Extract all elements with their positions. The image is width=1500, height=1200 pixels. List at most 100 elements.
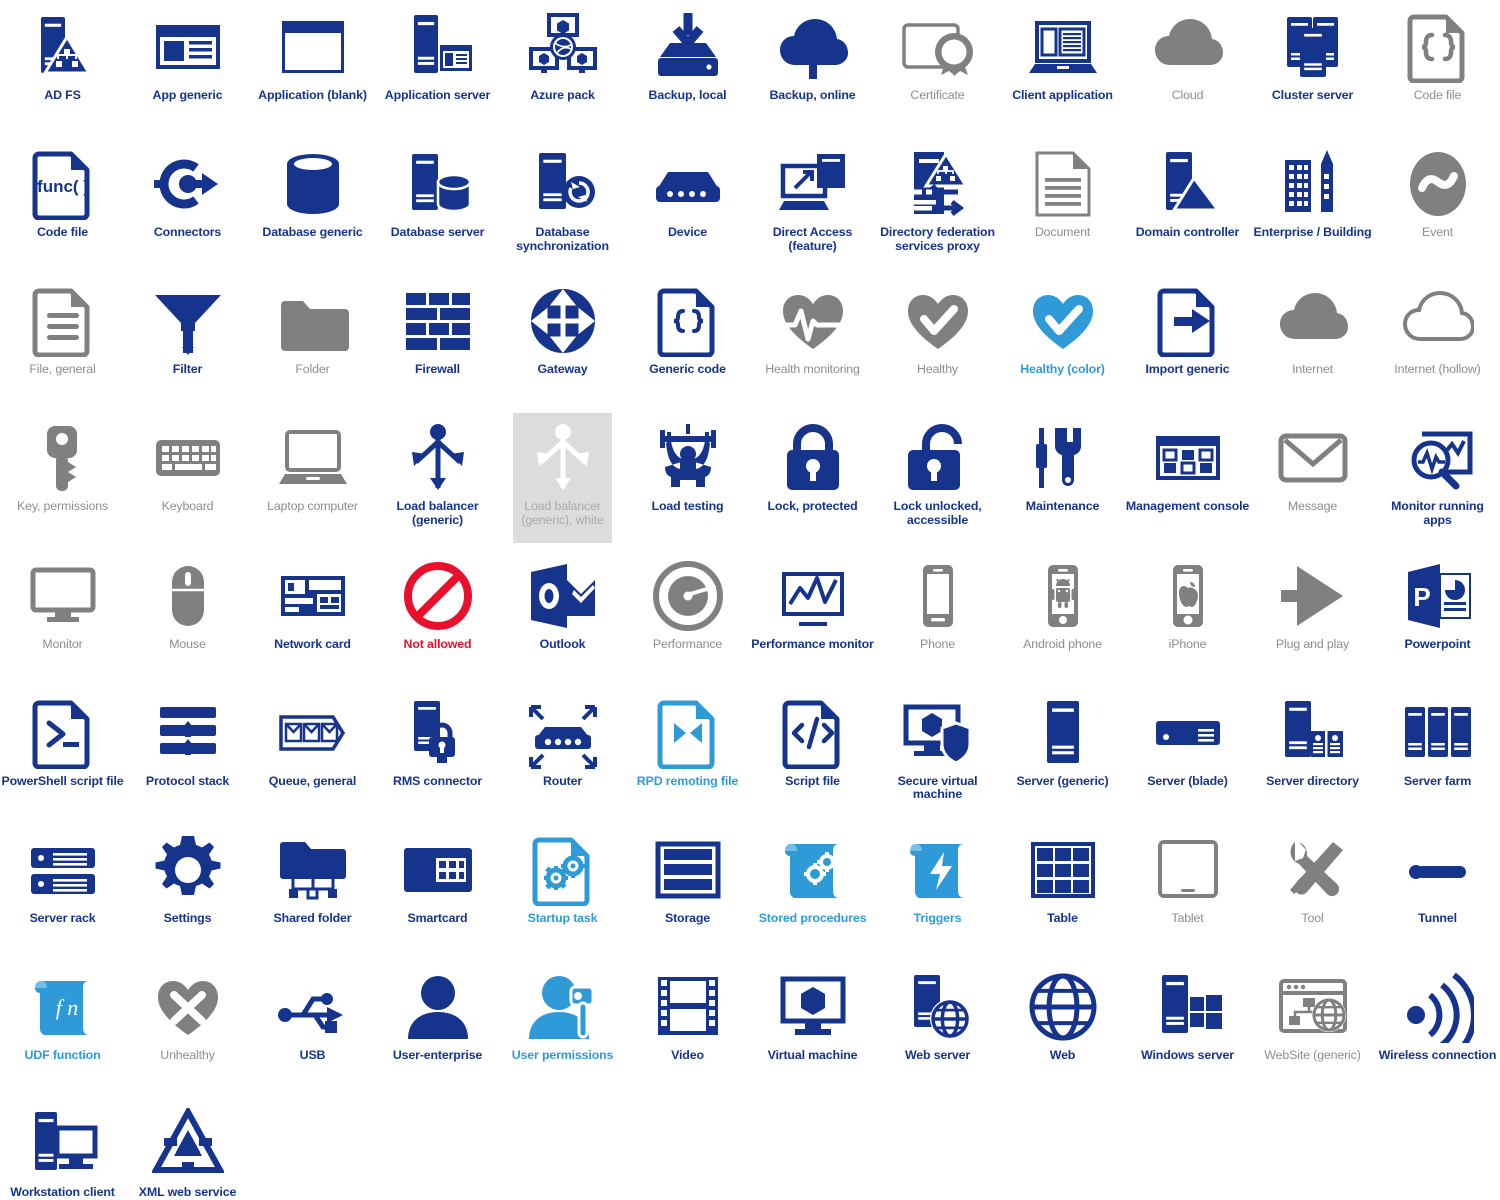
icon-cell-laptop-computer[interactable]: Laptop computer (250, 411, 375, 548)
icon-cell-healthy-color[interactable]: Healthy (color) (1000, 274, 1125, 411)
icon-cell-code-file-func[interactable]: func( ) Code file (0, 137, 125, 274)
icon-cell-generic-code[interactable]: Generic code (625, 274, 750, 411)
icon-cell-backup-online[interactable]: Backup, online (750, 0, 875, 137)
icon-cell-web-server[interactable]: Web server (875, 960, 1000, 1097)
icon-cell-keyboard[interactable]: Keyboard (125, 411, 250, 548)
icon-cell-enterprise-building[interactable]: Enterprise / Building (1250, 137, 1375, 274)
icon-cell-powerpoint[interactable]: P Powerpoint (1375, 549, 1500, 686)
icon-cell-unhealthy[interactable]: Unhealthy (125, 960, 250, 1097)
icon-cell-wireless-connection[interactable]: Wireless connection (1375, 960, 1500, 1097)
icon-cell-powershell-script[interactable]: PowerShell script file (0, 686, 125, 823)
icon-cell-tablet[interactable]: Tablet (1125, 823, 1250, 960)
icon-cell-virtual-machine[interactable]: Virtual machine (750, 960, 875, 1097)
icon-cell-storage[interactable]: Storage (625, 823, 750, 960)
icon-cell-firewall[interactable]: Firewall (375, 274, 500, 411)
icon-cell-performance-monitor[interactable]: Performance monitor (750, 549, 875, 686)
icon-cell-secure-vm[interactable]: Secure virtual machine (875, 686, 1000, 823)
icon-cell-rpd-remoting-file[interactable]: RPD remoting file (625, 686, 750, 823)
certificate-icon (883, 8, 993, 86)
icon-cell-server-farm[interactable]: Server farm (1375, 686, 1500, 823)
icon-cell-health-monitoring[interactable]: Health monitoring (750, 274, 875, 411)
icon-cell-direct-access[interactable]: Direct Access (feature) (750, 137, 875, 274)
icon-cell-outlook[interactable]: Outlook (500, 549, 625, 686)
icon-cell-iphone[interactable]: iPhone (1125, 549, 1250, 686)
icon-cell-user-permissions[interactable]: User permissions (500, 960, 625, 1097)
icon-cell-database-generic[interactable]: Database generic (250, 137, 375, 274)
icon-cell-azure-pack[interactable]: Azure pack (500, 0, 625, 137)
icon-cell-queue-general[interactable]: Queue, general (250, 686, 375, 823)
icon-cell-tool[interactable]: Tool (1250, 823, 1375, 960)
icon-cell-message[interactable]: Message (1250, 411, 1375, 548)
icon-cell-website-generic[interactable]: WebSite (generic) (1250, 960, 1375, 1097)
icon-cell-backup-local[interactable]: Backup, local (625, 0, 750, 137)
icon-cell-load-balancer[interactable]: Load balancer (generic) (375, 411, 500, 548)
icon-cell-monitor-running-apps[interactable]: Monitor running apps (1375, 411, 1500, 548)
icon-cell-usb[interactable]: USB (250, 960, 375, 1097)
icon-cell-windows-server[interactable]: Windows server (1125, 960, 1250, 1097)
icon-cell-phone[interactable]: Phone (875, 549, 1000, 686)
icon-cell-internet[interactable]: Internet (1250, 274, 1375, 411)
icon-cell-cloud[interactable]: Cloud (1125, 0, 1250, 137)
icon-cell-connectors[interactable]: Connectors (125, 137, 250, 274)
icon-cell-user-enterprise[interactable]: User-enterprise (375, 960, 500, 1097)
icon-cell-settings[interactable]: Settings (125, 823, 250, 960)
icon-cell-server-generic[interactable]: Server (generic) (1000, 686, 1125, 823)
icon-cell-dir-fed-proxy[interactable]: Directory federation services proxy (875, 137, 1000, 274)
icon-cell-database-server[interactable]: Database server (375, 137, 500, 274)
icon-cell-router[interactable]: Router (500, 686, 625, 823)
icon-cell-app-blank[interactable]: Application (blank) (250, 0, 375, 137)
icon-cell-table[interactable]: Table (1000, 823, 1125, 960)
icon-cell-load-testing[interactable]: Load testing (625, 411, 750, 548)
icon-cell-app-server[interactable]: Application server (375, 0, 500, 137)
icon-cell-device[interactable]: Device (625, 137, 750, 274)
icon-cell-startup-task[interactable]: Startup task (500, 823, 625, 960)
icon-cell-not-allowed[interactable]: Not allowed (375, 549, 500, 686)
icon-cell-workstation-client[interactable]: Workstation client (0, 1097, 125, 1200)
icon-cell-import-generic[interactable]: Import generic (1125, 274, 1250, 411)
icon-cell-script-file[interactable]: Script file (750, 686, 875, 823)
icon-cell-management-console[interactable]: Management console (1125, 411, 1250, 548)
icon-cell-shared-folder[interactable]: Shared folder (250, 823, 375, 960)
icon-cell-maintenance[interactable]: Maintenance (1000, 411, 1125, 548)
icon-cell-folder[interactable]: Folder (250, 274, 375, 411)
icon-cell-server-blade[interactable]: Server (blade) (1125, 686, 1250, 823)
icon-cell-plug-and-play[interactable]: Plug and play (1250, 549, 1375, 686)
icon-cell-server-directory[interactable]: Server directory (1250, 686, 1375, 823)
icon-cell-file-general[interactable]: File, general (0, 274, 125, 411)
icon-cell-domain-controller[interactable]: Domain controller (1125, 137, 1250, 274)
icon-cell-lock-protected[interactable]: Lock, protected (750, 411, 875, 548)
icon-cell-android-phone[interactable]: Android phone (1000, 549, 1125, 686)
icon-cell-monitor[interactable]: Monitor (0, 549, 125, 686)
icon-cell-healthy[interactable]: Healthy (875, 274, 1000, 411)
icon-cell-network-card[interactable]: Network card (250, 549, 375, 686)
icon-cell-performance[interactable]: Performance (625, 549, 750, 686)
icon-cell-protocol-stack[interactable]: Protocol stack (125, 686, 250, 823)
icon-cell-rms-connector[interactable]: RMS connector (375, 686, 500, 823)
icon-cell-adfs[interactable]: AD FS (0, 0, 125, 137)
icon-cell-mouse[interactable]: Mouse (125, 549, 250, 686)
icon-cell-event[interactable]: Event (1375, 137, 1500, 274)
icon-cell-stored-procedures[interactable]: Stored procedures (750, 823, 875, 960)
icon-cell-filter[interactable]: Filter (125, 274, 250, 411)
icon-cell-lock-unlocked[interactable]: Lock unlocked, accessible (875, 411, 1000, 548)
icon-cell-web[interactable]: Web (1000, 960, 1125, 1097)
icon-cell-database-sync[interactable]: Database synchronization (500, 137, 625, 274)
icon-cell-gateway[interactable]: Gateway (500, 274, 625, 411)
icon-cell-xml-web-service[interactable]: XML web service (125, 1097, 250, 1200)
icon-cell-document[interactable]: Document (1000, 137, 1125, 274)
icon-cell-video[interactable]: Video (625, 960, 750, 1097)
icon-cell-code-file-braces[interactable]: Code file (1375, 0, 1500, 137)
icon-label: Laptop computer (267, 499, 358, 514)
icon-cell-internet-hollow[interactable]: Internet (hollow) (1375, 274, 1500, 411)
icon-cell-client-application[interactable]: Client application (1000, 0, 1125, 137)
icon-cell-load-balancer-white[interactable]: Load balancer (generic), white (500, 411, 625, 548)
icon-cell-tunnel[interactable]: Tunnel (1375, 823, 1500, 960)
icon-cell-server-rack[interactable]: Server rack (0, 823, 125, 960)
icon-cell-certificate[interactable]: Certificate (875, 0, 1000, 137)
icon-cell-smartcard[interactable]: Smartcard (375, 823, 500, 960)
icon-cell-udf-function[interactable]: f n UDF function (0, 960, 125, 1097)
icon-cell-app-generic[interactable]: App generic (125, 0, 250, 137)
icon-cell-triggers[interactable]: Triggers (875, 823, 1000, 960)
icon-cell-key-permissions[interactable]: Key, permissions (0, 411, 125, 548)
icon-cell-cluster-server[interactable]: Cluster server (1250, 0, 1375, 137)
